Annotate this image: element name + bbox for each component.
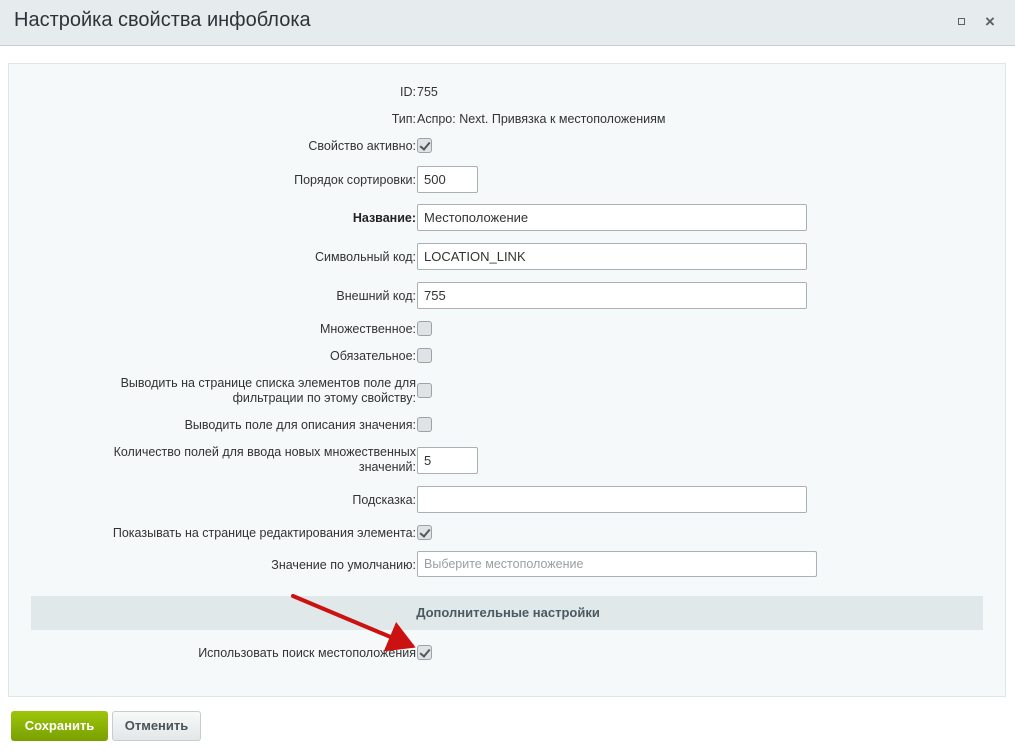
cancel-button[interactable]: Отменить [112,711,201,741]
sort-label: Порядок сортировки: [294,173,416,187]
multiple-checkbox[interactable] [417,321,432,336]
code-input[interactable]: LOCATION_LINK [417,243,807,270]
hint-input[interactable] [417,486,807,513]
xml-id-label: Внешний код: [336,289,416,303]
settings-panel: ID: 755 Тип: Аспро: Next. Привязка к мес… [8,63,1006,697]
filtrable-checkbox[interactable] [417,383,432,398]
id-label: ID: [400,85,416,99]
close-icon[interactable]: × [982,13,998,30]
type-value: Аспро: Next. Привязка к местоположениям [417,112,666,126]
active-checkbox[interactable] [417,138,432,153]
extra-settings-header: Дополнительные настройки [31,596,983,630]
id-value: 755 [417,85,438,99]
xml-id-input[interactable]: 755 [417,282,807,309]
multiple-cnt-label: Количество полей для ввода новых множест… [113,445,416,474]
use-search-checkbox[interactable] [417,645,432,660]
default-value-label: Значение по умолчанию: [271,558,416,572]
required-checkbox[interactable] [417,348,432,363]
hint-label: Подсказка: [352,493,416,507]
with-description-label: Выводить поле для описания значения: [184,418,416,432]
show-on-edit-label: Показывать на странице редактирования эл… [112,526,416,540]
active-label: Свойство активно: [308,139,416,153]
show-on-edit-checkbox[interactable] [417,525,432,540]
dialog-title: Настройка свойства инфоблока [14,9,311,31]
name-input[interactable]: Местоположение [417,204,807,231]
dialog-titlebar: Настройка свойства инфоблока × [0,0,1015,46]
with-description-checkbox[interactable] [417,417,432,432]
maximize-icon[interactable] [954,14,970,30]
name-label: Название: [352,211,416,225]
sort-input[interactable]: 500 [417,166,478,193]
filtrable-label: Выводить на странице списка элементов по… [120,376,416,405]
default-location-input[interactable]: Выберите местоположение [417,551,817,577]
type-label: Тип: [391,112,416,126]
code-label: Символьный код: [315,250,416,264]
use-search-label: Использовать поиск местоположения [198,646,416,660]
required-label: Обязательное: [330,349,416,363]
multiple-label: Множественное: [319,322,416,336]
extra-settings-title: Дополнительные настройки [416,605,600,620]
save-button[interactable]: Сохранить [11,711,108,741]
multiple-cnt-input[interactable]: 5 [417,447,478,474]
